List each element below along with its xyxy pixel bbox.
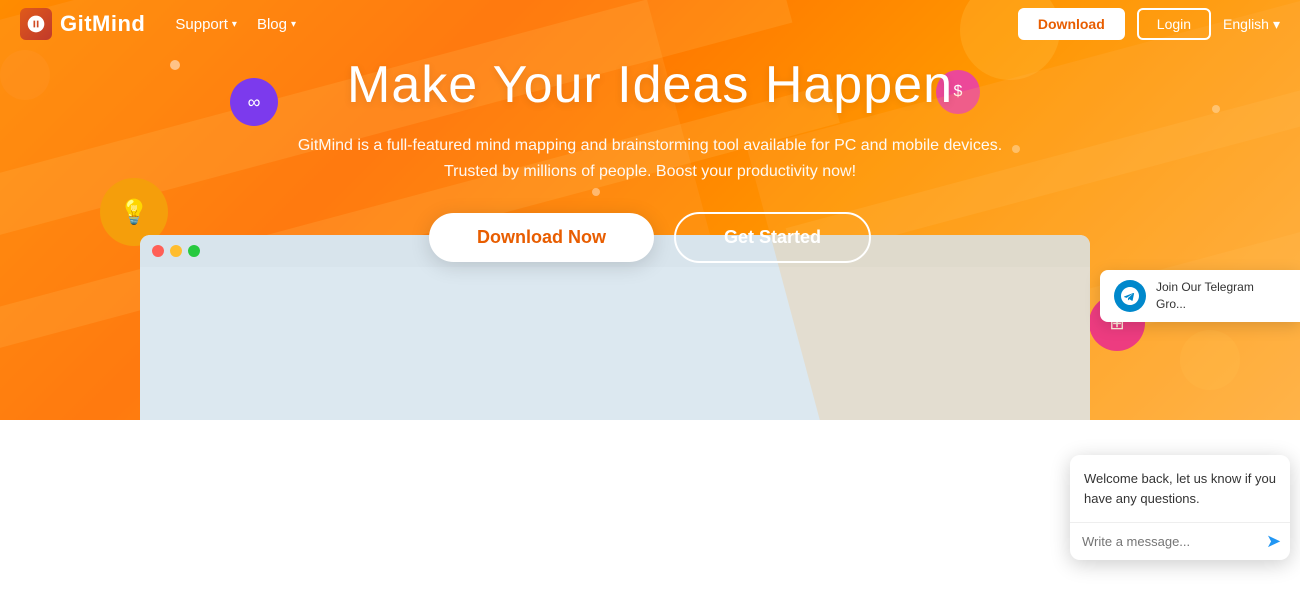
nav-links: Support ▾ Blog ▾	[175, 16, 1018, 33]
navbar: GitMind Support ▾ Blog ▾ Download Login …	[0, 0, 1300, 48]
chevron-down-icon: ▾	[291, 19, 296, 30]
logo-icon	[20, 8, 52, 40]
login-button[interactable]: Login	[1137, 8, 1211, 40]
chevron-down-icon: ▾	[1273, 16, 1280, 33]
hero-content: Make Your Ideas Happen GitMind is a full…	[0, 55, 1300, 263]
chat-input[interactable]	[1082, 534, 1258, 549]
nav-support[interactable]: Support ▾	[175, 16, 237, 33]
telegram-icon	[1114, 280, 1146, 312]
chat-widget: Welcome back, let us know if you have an…	[1070, 455, 1290, 560]
hero-title: Make Your Ideas Happen	[347, 55, 953, 115]
hero-buttons: Download Now Get Started	[429, 212, 871, 263]
language-selector[interactable]: English ▾	[1223, 16, 1280, 33]
download-button[interactable]: Download	[1018, 8, 1125, 40]
logo-area: GitMind	[20, 8, 145, 40]
hero-section: ∞ $ 💡 ⊞ Make Your Ideas Happen GitMind i…	[0, 0, 1300, 420]
chevron-down-icon: ▾	[232, 19, 237, 30]
nav-right: Download Login English ▾	[1018, 8, 1280, 40]
hero-description: GitMind is a full-featured mind mapping …	[290, 133, 1010, 184]
get-started-button[interactable]: Get Started	[674, 212, 871, 263]
deco-circle-bottom-right	[1180, 330, 1240, 390]
send-icon[interactable]: ➤	[1266, 531, 1281, 552]
chat-message: Welcome back, let us know if you have an…	[1070, 455, 1290, 522]
brand-name: GitMind	[60, 11, 145, 37]
chat-input-area: ➤	[1070, 522, 1290, 560]
telegram-text: Join Our Telegram Gro...	[1156, 279, 1286, 313]
download-now-button[interactable]: Download Now	[429, 213, 654, 262]
telegram-float[interactable]: Join Our Telegram Gro...	[1100, 270, 1300, 322]
app-body	[140, 267, 1090, 420]
nav-blog[interactable]: Blog ▾	[257, 16, 296, 33]
